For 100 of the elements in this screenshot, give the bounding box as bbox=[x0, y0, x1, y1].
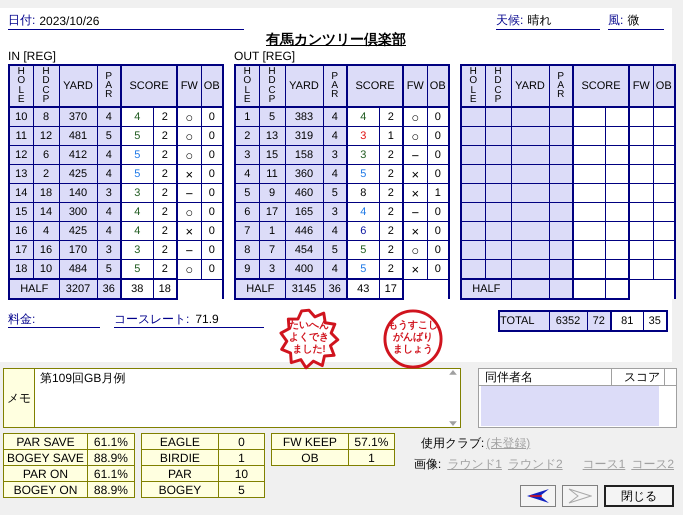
ob-cell: 0 bbox=[427, 260, 449, 279]
column-header: 同伴者名 bbox=[479, 369, 612, 385]
yard-cell: 460 bbox=[285, 184, 323, 202]
hole-cell: 11 bbox=[9, 126, 33, 146]
yard-cell: 140 bbox=[59, 184, 97, 202]
score-cell: 5 bbox=[121, 260, 153, 279]
ob-cell: 0 bbox=[427, 202, 449, 222]
stat-value: 57.1% bbox=[348, 434, 394, 450]
hdcp-cell: 5 bbox=[259, 107, 285, 126]
column-header: スコア bbox=[612, 369, 665, 385]
fairway-cell: ○ bbox=[177, 126, 201, 146]
hole-cell: 13 bbox=[9, 164, 33, 184]
hdcp-cell: 13 bbox=[259, 126, 285, 146]
column-header: YARD bbox=[59, 65, 97, 107]
yard-cell: 446 bbox=[285, 222, 323, 240]
hdcp-cell: 4 bbox=[33, 222, 59, 240]
fairway-cell: − bbox=[403, 146, 427, 164]
score-cell: 5 bbox=[121, 164, 153, 184]
fairway-cell: ○ bbox=[177, 202, 201, 222]
ob-cell: 0 bbox=[427, 126, 449, 146]
total-score-cell: 81 bbox=[611, 311, 643, 331]
yard-cell: 425 bbox=[59, 222, 97, 240]
yard-cell bbox=[511, 126, 549, 146]
column-header: PAR bbox=[549, 65, 573, 107]
ob-cell: 0 bbox=[201, 184, 223, 202]
fairway-cell: ○ bbox=[403, 107, 427, 126]
wind-value: 微 bbox=[627, 12, 640, 29]
fairway-cell: × bbox=[403, 222, 427, 240]
hdcp-cell: 12 bbox=[33, 126, 59, 146]
hdcp-cell bbox=[485, 202, 511, 222]
stat-label: BOGEY ON bbox=[4, 482, 88, 498]
column-header: FW bbox=[629, 65, 653, 107]
fairway-cell: × bbox=[177, 222, 201, 240]
hole-cell: 1 bbox=[235, 107, 259, 126]
score-cell: 4 bbox=[347, 202, 379, 222]
hdcp-cell bbox=[485, 126, 511, 146]
total-yard-cell: 6352 bbox=[549, 311, 587, 331]
yard-cell bbox=[511, 164, 549, 184]
image-link[interactable]: コース2 bbox=[631, 456, 674, 473]
club-link[interactable]: (未登録) bbox=[486, 435, 530, 452]
hdcp-cell: 15 bbox=[259, 146, 285, 164]
score-cell: 3 bbox=[121, 240, 153, 260]
hdcp-cell: 14 bbox=[33, 202, 59, 222]
hole-cell: 6 bbox=[235, 202, 259, 222]
yard-cell: 454 bbox=[285, 240, 323, 260]
stat-value: 1 bbox=[348, 450, 394, 466]
weather-value: 晴れ bbox=[527, 12, 552, 29]
fairway-cell bbox=[629, 164, 653, 184]
stat-value: 88.9% bbox=[87, 450, 134, 466]
yard-cell bbox=[511, 240, 549, 260]
stat-value: 61.1% bbox=[87, 434, 134, 450]
images-label: 画像: bbox=[414, 456, 442, 473]
stat-label: BOGEY bbox=[141, 482, 218, 498]
half-par-cell: 36 bbox=[97, 279, 121, 299]
date-label: 日付: bbox=[8, 12, 36, 29]
hdcp-cell: 9 bbox=[259, 184, 285, 202]
column-header: SCORE bbox=[573, 65, 629, 107]
yard-cell: 300 bbox=[59, 202, 97, 222]
yard-cell: 170 bbox=[59, 240, 97, 260]
stat-value: 88.9% bbox=[87, 482, 134, 498]
fairway-cell bbox=[629, 240, 653, 260]
score-cell: 4 bbox=[121, 107, 153, 126]
hole-cell: 5 bbox=[235, 184, 259, 202]
score-cell: 5 bbox=[347, 164, 379, 184]
column-header: SCORE bbox=[347, 65, 403, 107]
course-rate-value: 71.9 bbox=[195, 312, 219, 326]
half-putts-cell: 18 bbox=[153, 279, 177, 299]
close-button[interactable]: 閉じる bbox=[604, 485, 674, 507]
yard-cell: 412 bbox=[59, 146, 97, 164]
yard-cell bbox=[511, 222, 549, 240]
back-button[interactable] bbox=[520, 485, 556, 507]
half-yard-cell: 3207 bbox=[59, 279, 97, 299]
wind-label: 風: bbox=[608, 12, 624, 29]
hdcp-cell: 2 bbox=[33, 164, 59, 184]
yard-cell: 165 bbox=[285, 202, 323, 222]
column-header: OB bbox=[653, 65, 675, 107]
half-label: HALF bbox=[235, 279, 285, 299]
ob-cell: 0 bbox=[201, 164, 223, 184]
stat-value: 5 bbox=[218, 482, 264, 498]
image-link[interactable]: コース1 bbox=[582, 456, 626, 473]
hole-cell: 2 bbox=[235, 126, 259, 146]
fairway-cell: − bbox=[403, 202, 427, 222]
hdcp-cell: 17 bbox=[259, 202, 285, 222]
yard-cell bbox=[511, 146, 549, 164]
score-cell: 4 bbox=[121, 202, 153, 222]
hdcp-cell: 11 bbox=[259, 164, 285, 184]
image-link[interactable]: ラウンド2 bbox=[508, 456, 563, 473]
score-cell bbox=[573, 222, 605, 240]
column-header: OB bbox=[427, 65, 449, 107]
image-link[interactable]: ラウンド1 bbox=[447, 456, 502, 473]
hdcp-cell: 16 bbox=[33, 240, 59, 260]
date-value: 2023/10/26 bbox=[39, 14, 100, 28]
hole-cell: 17 bbox=[9, 240, 33, 260]
stat-value: 1 bbox=[218, 450, 264, 466]
hole-cell: 16 bbox=[9, 222, 33, 240]
stat-value: 10 bbox=[218, 466, 264, 482]
stat-value: 0 bbox=[218, 434, 264, 450]
stat-label: BIRDIE bbox=[141, 450, 218, 466]
column-header: PAR bbox=[323, 65, 347, 107]
score-cell: 5 bbox=[347, 240, 379, 260]
